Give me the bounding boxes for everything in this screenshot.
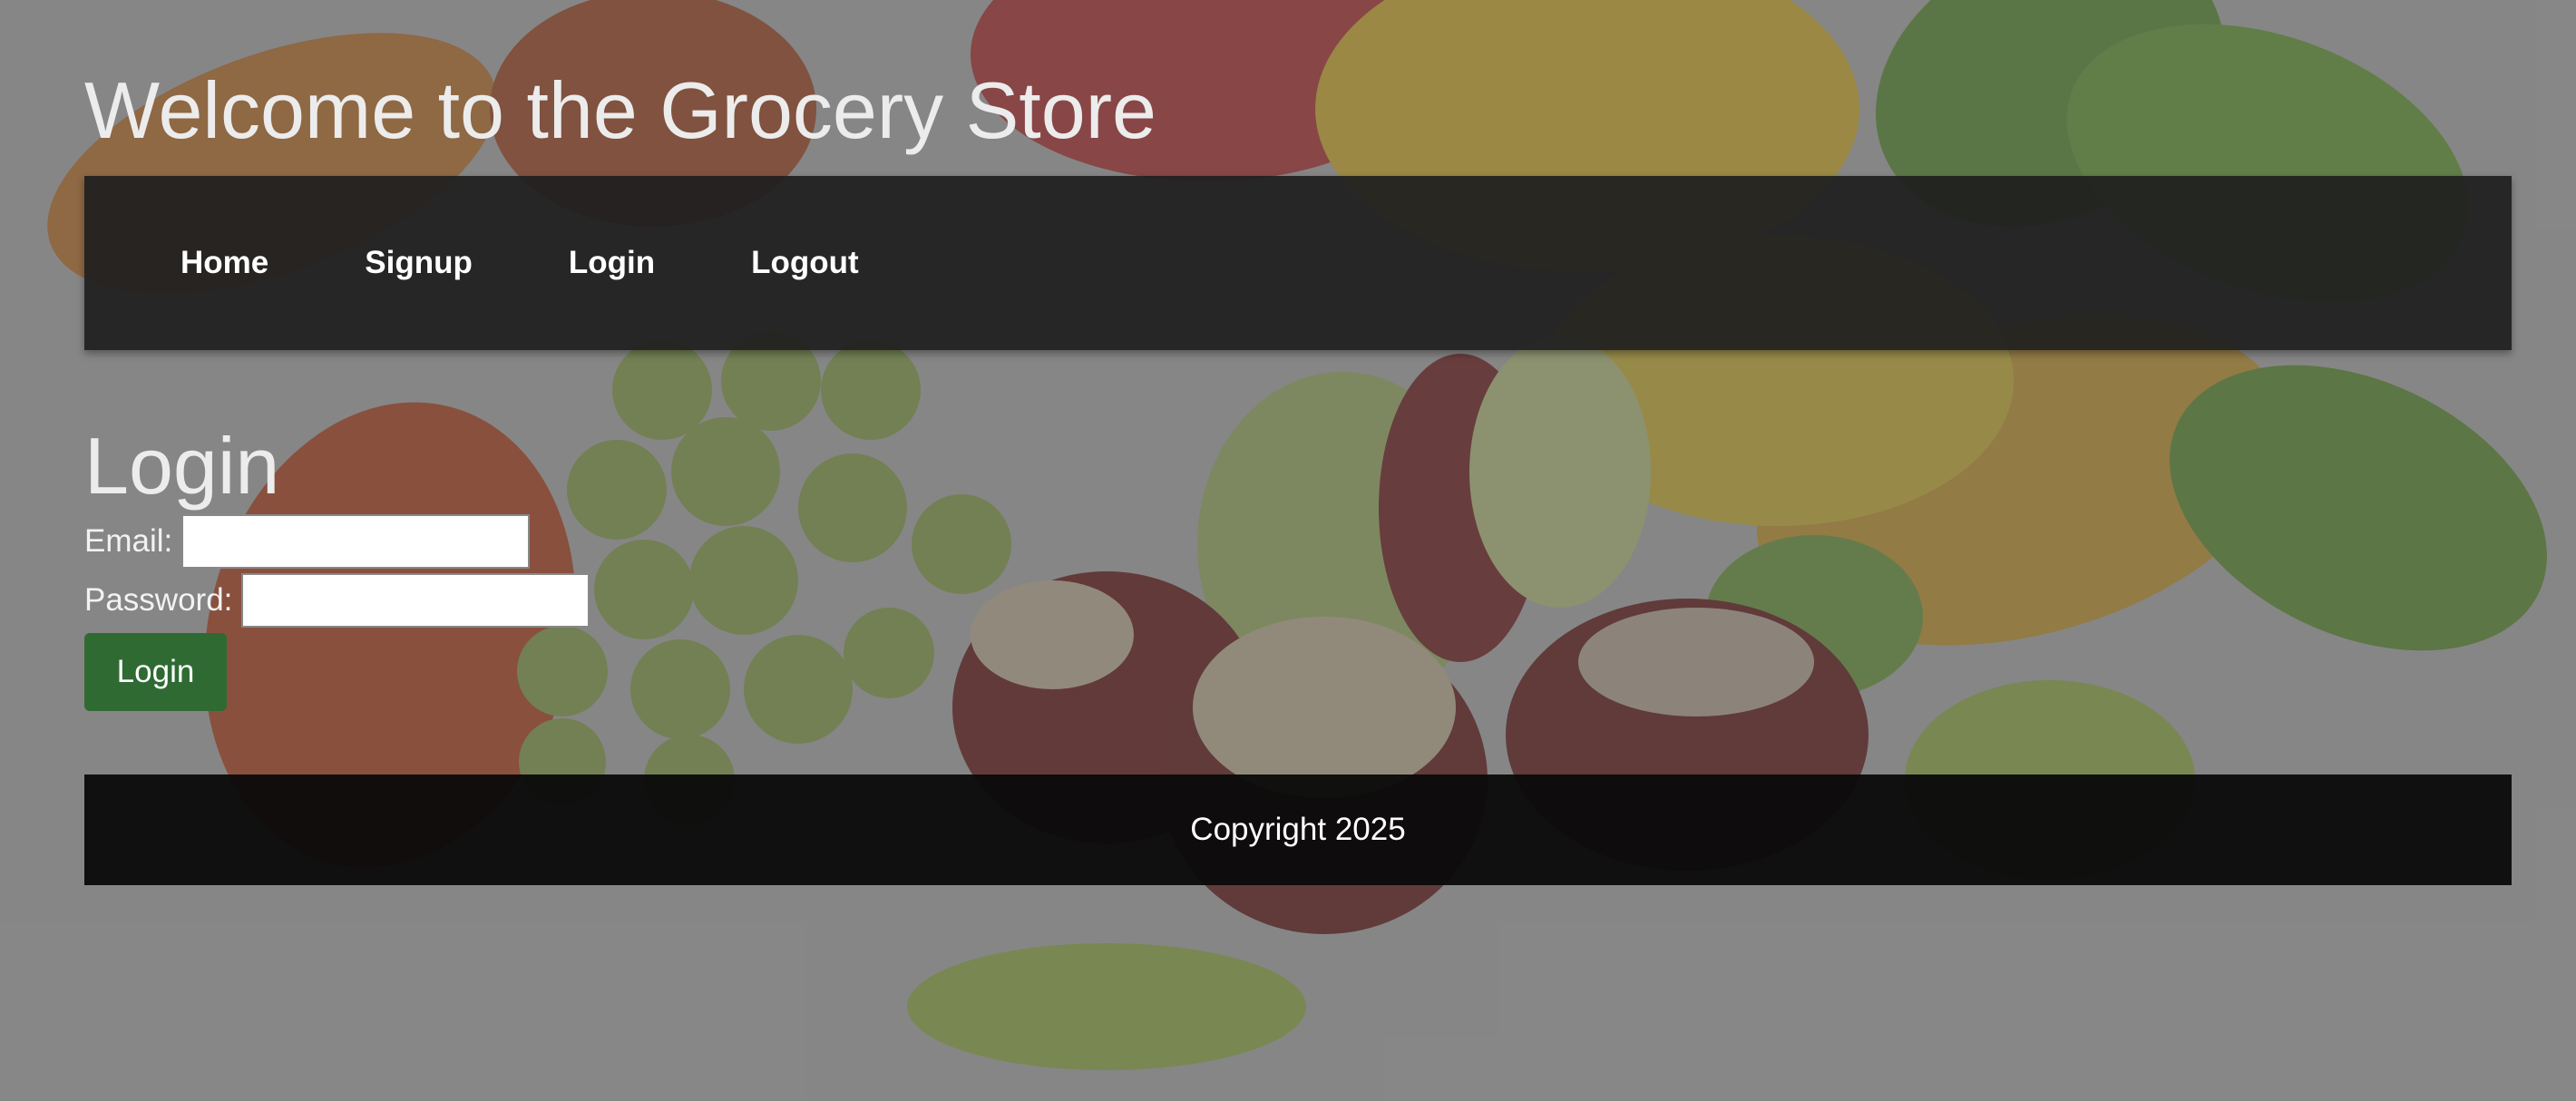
email-field[interactable] (181, 513, 531, 569)
password-row: Password: (84, 570, 2512, 629)
site-title: Welcome to the Grocery Store (84, 65, 1156, 155)
copyright-text: Copyright 2025 (1190, 812, 1406, 847)
login-submit-button[interactable]: Login (84, 633, 227, 711)
nav-link-signup[interactable]: Signup (365, 245, 473, 281)
nav-link-logout[interactable]: Logout (751, 245, 859, 281)
footer: Copyright 2025 (84, 775, 2512, 885)
nav-link-login[interactable]: Login (569, 245, 655, 281)
password-label: Password: (84, 581, 233, 618)
nav-link-home[interactable]: Home (181, 245, 268, 281)
page-container: Welcome to the Grocery Store Home Signup… (84, 0, 2512, 885)
email-row: Email: (84, 512, 2512, 570)
main-navbar: Home Signup Login Logout (84, 176, 2512, 350)
email-label: Email: (84, 522, 173, 559)
login-form: Email: Password: Login (84, 512, 2512, 711)
login-heading: Login (84, 421, 280, 511)
password-field[interactable] (241, 572, 590, 628)
